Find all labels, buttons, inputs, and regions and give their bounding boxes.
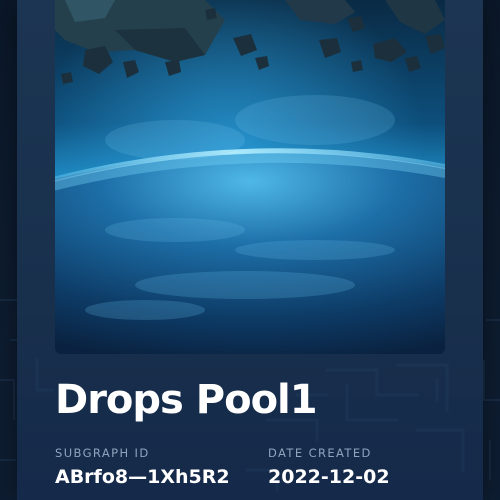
subgraph-id-label: SUBGRAPH ID [55, 446, 150, 460]
pool-artwork [55, 0, 445, 354]
date-created-value: 2022-12-02 [268, 466, 390, 488]
space-planet-image [55, 0, 445, 354]
pool-title: Drops Pool1 [55, 377, 318, 423]
page: Drops Pool1 SUBGRAPH ID ABrfo8—1Xh5R2 DA… [0, 0, 500, 500]
date-created-label: DATE CREATED [268, 446, 372, 460]
subgraph-id-value[interactable]: ABrfo8—1Xh5R2 [55, 464, 230, 490]
